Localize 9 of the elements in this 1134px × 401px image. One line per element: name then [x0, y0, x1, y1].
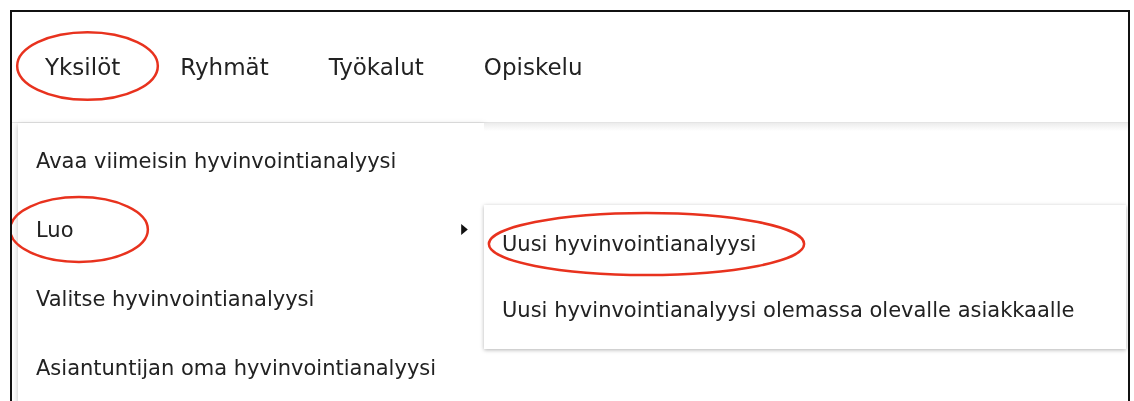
submenu-item[interactable]: Uusi hyvinvointianalyysi olemassa olevalle asiakkaalle — [502, 298, 1075, 322]
menu-item[interactable]: Luo — [36, 217, 74, 242]
menu-item[interactable]: Valitse hyvinvointianalyysi — [36, 286, 315, 311]
nav-menu-item[interactable]: Opiskelu — [479, 48, 587, 86]
menu-item[interactable]: Asiantuntijan oma hyvinvointianalyysi — [36, 355, 437, 380]
caret-icon — [461, 224, 468, 235]
menu-item[interactable]: Avaa viimeisin hyvinvointianalyysi — [36, 148, 397, 173]
nav-menu-item[interactable]: Ryhmät — [176, 48, 273, 86]
nav-menu-item[interactable]: Työkalut — [324, 48, 428, 86]
